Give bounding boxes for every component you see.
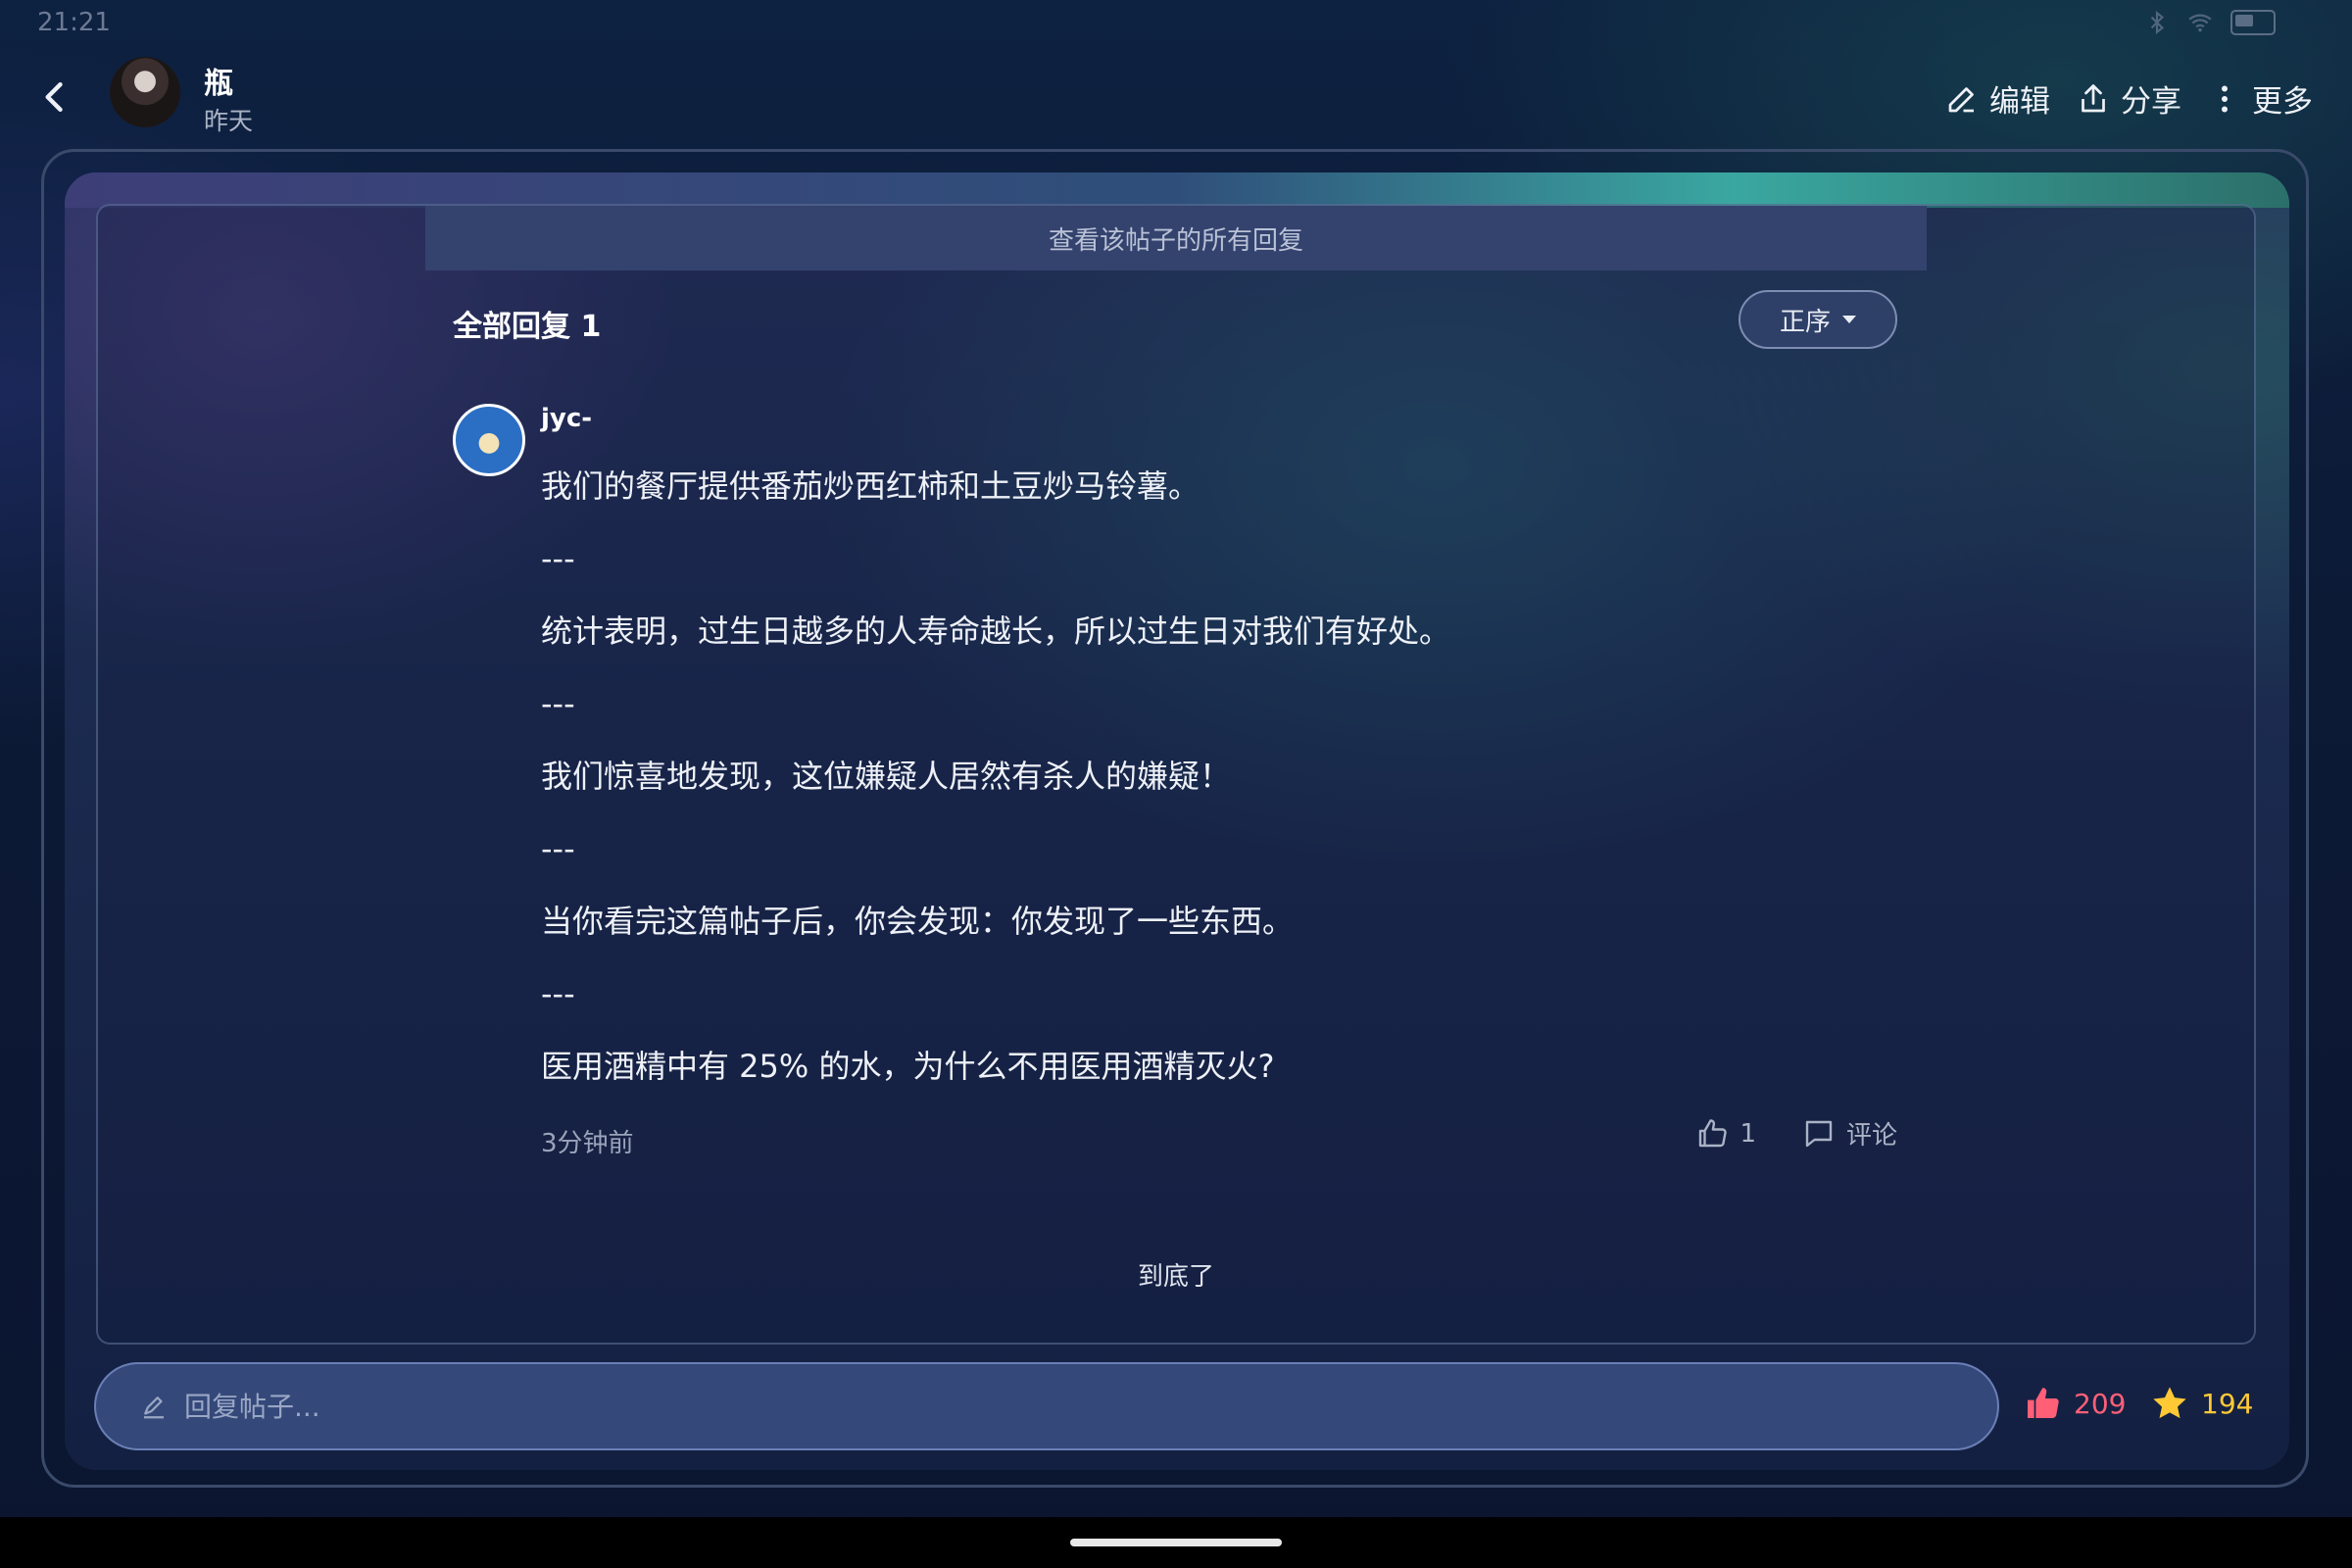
back-icon[interactable] bbox=[33, 73, 76, 122]
reply-line-divider: --- bbox=[541, 830, 575, 867]
post-time: 昨天 bbox=[204, 107, 254, 135]
reply-body: 我们的餐厅提供番茄炒西红柿和土豆炒马铃薯。 --- 统计表明，过生日越多的人寿命… bbox=[541, 461, 1913, 1113]
pencil-icon bbox=[1948, 86, 1974, 112]
view-all-replies-banner[interactable]: 查看该帖子的所有回复 bbox=[425, 206, 1927, 270]
reply-line: 统计表明，过生日越多的人寿命越长，所以过生日对我们有好处。 bbox=[541, 612, 1451, 650]
author-avatar[interactable] bbox=[110, 57, 180, 127]
reply-line: 当你看完这篇帖子后，你会发现：你发现了一些东西。 bbox=[541, 903, 1295, 940]
edit-label: 编辑 bbox=[1989, 84, 2050, 120]
thumbs-up-icon bbox=[1699, 1118, 1728, 1147]
card-top-glow bbox=[65, 172, 2289, 208]
reply-line: 医用酒精中有 25% 的水，为什么不用医用酒精灭火? bbox=[541, 1048, 1275, 1085]
more-button[interactable]: 更多 bbox=[2207, 76, 2313, 121]
status-bar: 21:21 bbox=[0, 0, 2352, 49]
edit-button[interactable]: 编辑 bbox=[1944, 76, 2050, 121]
post-favorite-count: 194 bbox=[2201, 1387, 2254, 1420]
share-button[interactable]: 分享 bbox=[2076, 76, 2181, 121]
reply-actions: 1 评论 bbox=[1694, 1115, 1897, 1152]
reply-input[interactable] bbox=[182, 1389, 1852, 1424]
reply-line-divider: --- bbox=[541, 685, 575, 722]
more-label: 更多 bbox=[2252, 84, 2313, 120]
replies-heading: 全部回复 1 bbox=[453, 310, 602, 344]
reply-line: 我们惊喜地发现，这位嫌疑人居然有杀人的嫌疑！ bbox=[541, 758, 1232, 795]
star-icon bbox=[2153, 1387, 2186, 1419]
status-time: 21:21 bbox=[37, 8, 111, 37]
reply-input-bar[interactable] bbox=[94, 1362, 1999, 1450]
share-icon bbox=[2082, 83, 2105, 112]
battery-icon bbox=[2230, 10, 2276, 35]
caret-down-icon bbox=[1842, 316, 1856, 323]
share-label: 分享 bbox=[2121, 84, 2181, 120]
more-vertical-icon bbox=[2222, 85, 2228, 112]
post-favorite-button[interactable]: 194 bbox=[2150, 1384, 2253, 1423]
pencil-icon bbox=[144, 1396, 164, 1419]
header-actions: 编辑 分享 更多 bbox=[1944, 76, 2313, 121]
reply-line-divider: --- bbox=[541, 975, 575, 1012]
reply-like-count: 1 bbox=[1740, 1118, 1756, 1149]
sort-order-label: 正序 bbox=[1779, 307, 1831, 337]
reply-author-avatar[interactable] bbox=[453, 404, 525, 476]
reply-comment-label: 评论 bbox=[1845, 1121, 1897, 1151]
reply-author-name[interactable]: jyc- bbox=[541, 404, 592, 433]
bluetooth-icon bbox=[2150, 10, 2165, 35]
sort-order-button[interactable]: 正序 bbox=[1739, 290, 1897, 349]
reply-time: 3分钟前 bbox=[541, 1129, 634, 1158]
end-of-list-text: 到底了 bbox=[1137, 1262, 1214, 1292]
view-all-replies-text: 查看该帖子的所有回复 bbox=[1048, 225, 1303, 256]
thumbs-up-filled-icon bbox=[2028, 1388, 2059, 1419]
home-indicator[interactable] bbox=[1070, 1539, 1282, 1546]
author-name[interactable]: 瓶 bbox=[204, 59, 233, 102]
post-like-button[interactable]: 209 bbox=[2023, 1384, 2126, 1423]
reply-like-button[interactable]: 1 bbox=[1694, 1116, 1756, 1152]
status-icons bbox=[2144, 10, 2276, 35]
comment-icon bbox=[1805, 1120, 1833, 1147]
reply-comment-button[interactable]: 评论 bbox=[1801, 1115, 1897, 1152]
reply-line-divider: --- bbox=[541, 540, 575, 577]
wifi-icon bbox=[2188, 14, 2212, 32]
post-like-count: 209 bbox=[2074, 1387, 2127, 1420]
reply-line: 我们的餐厅提供番茄炒西红柿和土豆炒马铃薯。 bbox=[541, 467, 1200, 505]
